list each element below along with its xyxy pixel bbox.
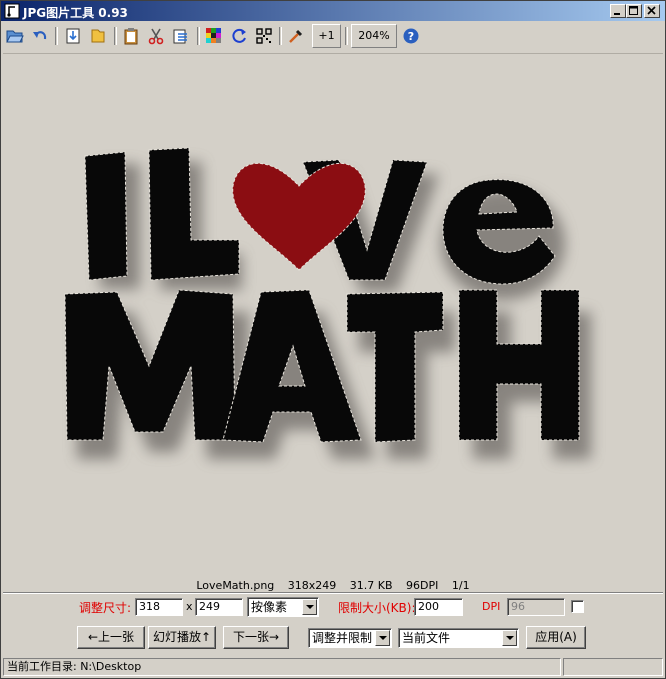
width-input[interactable]: 318 <box>135 598 183 616</box>
toolbar-separator <box>279 27 282 45</box>
undo-icon <box>33 31 47 40</box>
help-icon: ? <box>403 28 419 44</box>
image-preview <box>64 147 591 459</box>
slideshow-button[interactable]: 幻灯播放↑ <box>148 626 216 649</box>
open-button[interactable] <box>4 25 26 47</box>
toolbar-separator <box>55 27 58 45</box>
size-separator: x <box>186 600 193 613</box>
chevron-down-icon[interactable] <box>502 630 517 646</box>
status-bar: 当前工作目录: N:\Desktop <box>1 657 665 677</box>
close-button[interactable] <box>644 4 660 18</box>
eyedropper-button[interactable] <box>285 25 307 47</box>
svg-text:?: ? <box>408 30 414 43</box>
panel-divider <box>3 592 663 594</box>
eyedropper-icon <box>289 29 303 43</box>
rotate-icon <box>232 28 246 43</box>
image-canvas <box>3 53 663 592</box>
paste-icon <box>173 29 187 44</box>
open-folder-icon <box>6 30 24 43</box>
height-input[interactable]: 249 <box>195 598 243 616</box>
chevron-down-icon[interactable] <box>375 630 390 646</box>
color-grid-icon <box>206 28 221 43</box>
file-dimensions: 318x249 <box>287 579 337 592</box>
next-image-button[interactable]: 下一张→ <box>223 626 289 649</box>
file-page: 1/1 <box>451 579 470 592</box>
save-button[interactable] <box>62 25 84 47</box>
clipboard-button[interactable] <box>120 25 142 47</box>
app-icon <box>4 3 20 19</box>
save-icon <box>66 28 80 44</box>
mode-select[interactable]: 调整并限制 <box>308 628 392 648</box>
clipboard-icon <box>124 28 138 45</box>
status-workdir: 当前工作目录: N:\Desktop <box>3 658 561 676</box>
qr-button[interactable] <box>253 25 275 47</box>
target-select-value: 当前文件 <box>402 631 451 645</box>
rotate-button[interactable] <box>228 25 250 47</box>
maximize-button[interactable] <box>626 4 642 18</box>
qr-icon <box>256 28 272 44</box>
folder-icon <box>91 29 105 43</box>
app-window: JPG图片工具 0.93 +1 204% ? LoveMath.png 318x… <box>0 0 666 679</box>
limit-size-input[interactable]: 200 <box>414 598 463 616</box>
file-info: LoveMath.png 318x249 31.7 KB 96DPI 1/1 <box>1 579 665 592</box>
prev-image-button[interactable]: ←上一张 <box>77 626 145 649</box>
color-button[interactable] <box>203 25 225 47</box>
dpi-checkbox[interactable] <box>571 600 584 613</box>
toolbar-separator <box>345 27 348 45</box>
file-dpi: 96DPI <box>406 579 439 592</box>
paste-button[interactable] <box>170 25 192 47</box>
folder-button[interactable] <box>87 25 109 47</box>
window-title: JPG图片工具 0.93 <box>23 6 128 20</box>
increment-button[interactable]: +1 <box>312 24 341 48</box>
file-name: LoveMath.png <box>196 579 275 592</box>
toolbar: +1 204% ? <box>1 23 665 51</box>
mode-select-value: 调整并限制 <box>312 631 373 645</box>
close-icon <box>647 6 656 15</box>
apply-button[interactable]: 应用(A) <box>526 626 586 649</box>
maximize-icon <box>629 6 638 15</box>
minimize-button[interactable] <box>610 4 626 18</box>
resize-label: 调整尺寸: <box>79 601 132 615</box>
limit-size-label: 限制大小(KB): <box>338 601 416 615</box>
file-size: 31.7 KB <box>349 579 393 592</box>
scissors-icon <box>148 28 164 45</box>
unit-select-value: 按像素 <box>251 600 288 614</box>
dpi-input[interactable]: 96 <box>507 598 565 616</box>
toolbar-separator <box>114 27 117 45</box>
minimize-icon <box>614 13 620 15</box>
cut-button[interactable] <box>145 25 167 47</box>
help-button[interactable]: ? <box>400 25 422 47</box>
status-pane-empty <box>563 658 663 676</box>
target-select[interactable]: 当前文件 <box>398 628 519 648</box>
zoom-level[interactable]: 204% <box>351 24 397 48</box>
title-bar: JPG图片工具 0.93 <box>1 1 665 21</box>
chevron-down-icon[interactable] <box>302 599 317 615</box>
unit-select[interactable]: 按像素 <box>247 597 319 617</box>
dpi-label: DPI <box>482 600 501 613</box>
toolbar-separator <box>197 27 200 45</box>
undo-button[interactable] <box>29 25 51 47</box>
